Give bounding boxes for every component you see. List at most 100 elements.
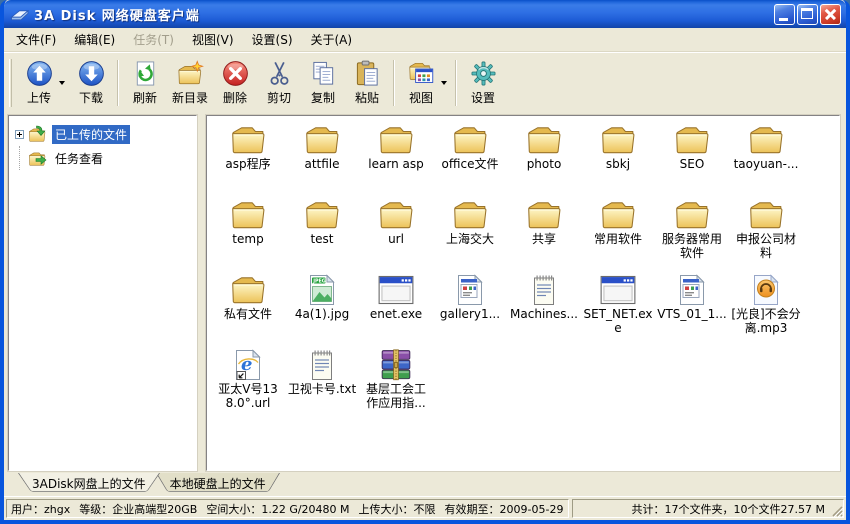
file-item[interactable]: test [285, 199, 359, 274]
rar-archive-icon [378, 349, 414, 381]
tab-local-disk-files[interactable]: 本地硬盘上的文件 [156, 473, 280, 496]
copy-icon [310, 60, 337, 87]
statusbar: 用户：zhgx 等级：企业高端型20GB 空间大小：1.22 G/20480 M… [4, 496, 846, 520]
file-item[interactable]: 共享 [507, 199, 581, 274]
file-item[interactable]: 服务器常用软件 [655, 199, 729, 274]
status-account-panel: 用户：zhgx 等级：企业高端型20GB 空间大小：1.22 G/20480 M… [6, 499, 569, 518]
view-dropdown-arrow-icon[interactable] [441, 81, 447, 85]
file-item[interactable]: asp程序 [211, 124, 285, 199]
folder-icon [600, 199, 636, 231]
folder-icon [526, 124, 562, 156]
view-button[interactable]: 视图 [399, 57, 451, 109]
toolbar: 上传 下载 刷新 新目录 删除 剪切 复制 粘贴 [4, 52, 846, 112]
tree-item-label: 已上传的文件 [52, 125, 130, 144]
cut-button[interactable]: 剪切 [257, 57, 301, 109]
file-item[interactable]: enet.exe [359, 274, 433, 349]
folder-task-icon [28, 149, 48, 167]
folder-icon [674, 199, 710, 231]
file-item[interactable]: SET_NET.exe [581, 274, 655, 349]
refresh-button[interactable]: 刷新 [123, 57, 167, 109]
maximize-button[interactable] [797, 4, 818, 25]
titlebar: 3A Disk 网络硬盘客户端 [4, 0, 846, 28]
file-item[interactable]: SEO [655, 124, 729, 199]
maximize-icon [801, 8, 813, 19]
file-item[interactable]: 私有文件 [211, 274, 285, 349]
tab-network-disk-files[interactable]: 3ADisk网盘上的文件 [18, 473, 160, 496]
file-item[interactable]: 4a(1).jpg [285, 274, 359, 349]
delete-icon [222, 60, 249, 87]
app-window: 3A Disk 网络硬盘客户端 文件(F) 编辑(E) 任务(T) 视图(V) … [0, 0, 850, 524]
content-area: 已上传的文件 任务查看 asp程序 attfile learn asp offi… [4, 112, 846, 473]
bottom-tabstrip: 3ADisk网盘上的文件 本地硬盘上的文件 [4, 473, 846, 496]
file-item[interactable]: 基层工会工作应用指... [359, 349, 433, 424]
new-folder-button[interactable]: 新目录 [167, 57, 213, 109]
toolbar-separator [455, 60, 457, 106]
folder-icon [526, 199, 562, 231]
file-item[interactable]: 上海交大 [433, 199, 507, 274]
application-icon [600, 274, 636, 306]
file-item[interactable]: 申报公司材料 [729, 199, 803, 274]
paste-icon [354, 60, 381, 87]
folder-icon [378, 124, 414, 156]
settings-button[interactable]: 设置 [461, 57, 505, 109]
new-folder-icon [177, 60, 204, 87]
toolbar-grip[interactable] [9, 59, 12, 107]
app-disk-icon [10, 6, 30, 23]
cut-icon [266, 60, 293, 87]
file-item[interactable]: sbkj [581, 124, 655, 199]
folder-icon [304, 199, 340, 231]
menu-view[interactable]: 视图(V) [183, 28, 243, 51]
html-file-icon [452, 274, 488, 306]
status-summary: 共计：17个文件夹，10个文件27.57 M [632, 501, 825, 517]
folder-icon [748, 199, 784, 231]
file-item[interactable]: VTS_01_1... [655, 274, 729, 349]
copy-button[interactable]: 复制 [301, 57, 345, 109]
menu-edit[interactable]: 编辑(E) [65, 28, 124, 51]
application-icon [378, 274, 414, 306]
tree-item-task-view[interactable]: 任务查看 [11, 146, 194, 170]
status-upload-limit: 上传大小：不限 [359, 501, 436, 517]
toolbar-separator [393, 60, 395, 106]
jpeg-image-icon [304, 274, 340, 306]
delete-button[interactable]: 删除 [213, 57, 257, 109]
status-summary-panel: 共计：17个文件夹，10个文件27.57 M [572, 499, 844, 518]
minimize-icon [779, 18, 788, 21]
upload-dropdown-arrow-icon[interactable] [59, 81, 65, 85]
upload-icon [26, 60, 53, 87]
file-item[interactable]: 常用软件 [581, 199, 655, 274]
file-item[interactable]: gallery1... [433, 274, 507, 349]
menu-file[interactable]: 文件(F) [7, 28, 65, 51]
mp3-audio-icon [748, 274, 784, 306]
close-icon [821, 5, 840, 24]
menubar: 文件(F) 编辑(E) 任务(T) 视图(V) 设置(S) 关于(A) [4, 28, 846, 52]
file-item[interactable]: attfile [285, 124, 359, 199]
file-item[interactable]: office文件 [433, 124, 507, 199]
tree-guide-line [11, 146, 20, 170]
file-item[interactable]: temp [211, 199, 285, 274]
panel-splitter[interactable] [197, 115, 206, 471]
resize-grip-icon[interactable] [830, 504, 843, 517]
text-file-icon [304, 349, 340, 381]
tree-item-uploaded-files[interactable]: 已上传的文件 [11, 122, 194, 146]
file-item[interactable]: learn asp [359, 124, 433, 199]
paste-button[interactable]: 粘贴 [345, 57, 389, 109]
file-item[interactable]: 卫视卡号.txt [285, 349, 359, 424]
upload-button[interactable]: 上传 [17, 57, 69, 109]
menu-settings[interactable]: 设置(S) [243, 28, 302, 51]
file-item[interactable]: photo [507, 124, 581, 199]
download-button[interactable]: 下载 [69, 57, 113, 109]
close-button[interactable] [820, 4, 841, 25]
folder-upload-icon [28, 125, 48, 143]
file-item[interactable]: Machines... [507, 274, 581, 349]
tree-expander-plus-icon[interactable] [15, 130, 24, 139]
file-item[interactable]: url [359, 199, 433, 274]
window-title: 3A Disk 网络硬盘客户端 [34, 5, 772, 24]
file-item[interactable]: 亚太V号138.0°.url [211, 349, 285, 424]
folder-icon [748, 124, 784, 156]
minimize-button[interactable] [774, 4, 795, 25]
internet-shortcut-icon [230, 349, 266, 381]
file-item[interactable]: [光良]不会分离.mp3 [729, 274, 803, 349]
file-item[interactable]: taoyuan-... [729, 124, 803, 199]
folder-icon [304, 124, 340, 156]
menu-about[interactable]: 关于(A) [302, 28, 362, 51]
